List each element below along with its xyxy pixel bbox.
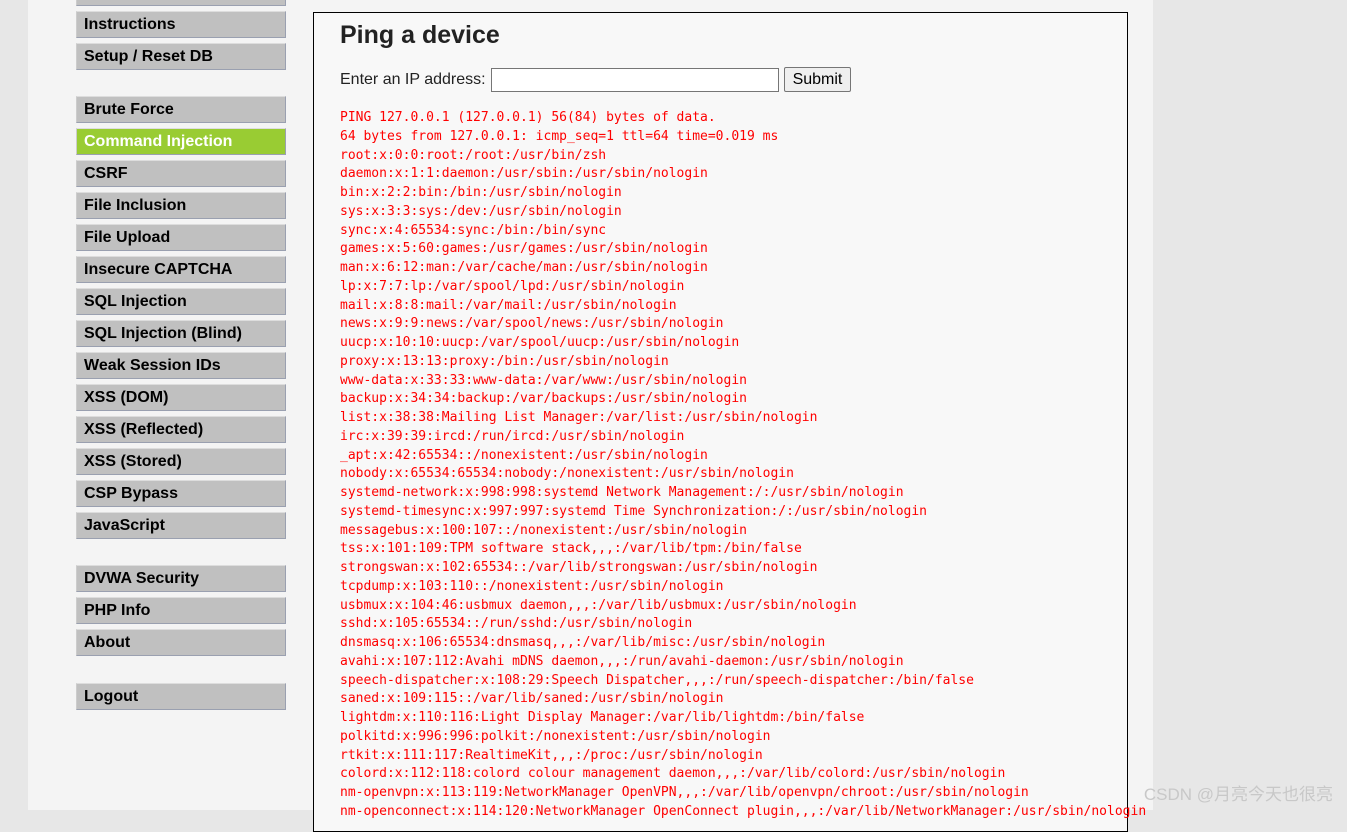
menu-item-javascript[interactable]: JavaScript (76, 512, 286, 539)
menu-item-insecure-captcha[interactable]: Insecure CAPTCHA (76, 256, 286, 283)
menu-item-command-injection[interactable]: Command Injection (76, 128, 286, 155)
submit-button[interactable]: Submit (783, 67, 852, 92)
menu-item-csrf[interactable]: CSRF (76, 160, 286, 187)
command-output: PING 127.0.0.1 (127.0.0.1) 56(84) bytes … (340, 110, 1147, 819)
menu-item-sql-injection-blind[interactable]: SQL Injection (Blind) (76, 320, 286, 347)
menu-item-xss-stored[interactable]: XSS (Stored) (76, 448, 286, 475)
menu-item-dvwa-security[interactable]: DVWA Security (76, 565, 286, 592)
menu-item-brute-force[interactable]: Brute Force (76, 96, 286, 123)
watermark: CSDN @月亮今天也很亮 (1143, 785, 1333, 804)
menu-item-file-inclusion[interactable]: File Inclusion (76, 192, 286, 219)
menu-item-file-upload[interactable]: File Upload (76, 224, 286, 251)
menu-item-weak-session-ids[interactable]: Weak Session IDs (76, 352, 286, 379)
menu-item-csp-bypass[interactable]: CSP Bypass (76, 480, 286, 507)
menu-item-about[interactable]: About (76, 629, 286, 656)
menu-item-logout[interactable]: Logout (76, 683, 286, 710)
menu-item-instructions[interactable]: Instructions (76, 11, 286, 38)
menu-item-xss-reflected[interactable]: XSS (Reflected) (76, 416, 286, 443)
menu-item-sql-injection[interactable]: SQL Injection (76, 288, 286, 315)
ip-address-input[interactable] (490, 67, 779, 92)
main-content: Ping a device Enter an IP address: Submi… (313, 12, 1146, 832)
menu-item-setup[interactable]: Setup / Reset DB (76, 43, 286, 70)
menu-item-xss-dom[interactable]: XSS (DOM) (76, 384, 286, 411)
ip-label: Enter an IP address: (340, 70, 486, 88)
menu-item-home[interactable] (76, 0, 286, 6)
ping-form: Enter an IP address: Submit (340, 67, 852, 92)
page-title: Ping a device (340, 21, 500, 49)
menu-item-php-info[interactable]: PHP Info (76, 597, 286, 624)
